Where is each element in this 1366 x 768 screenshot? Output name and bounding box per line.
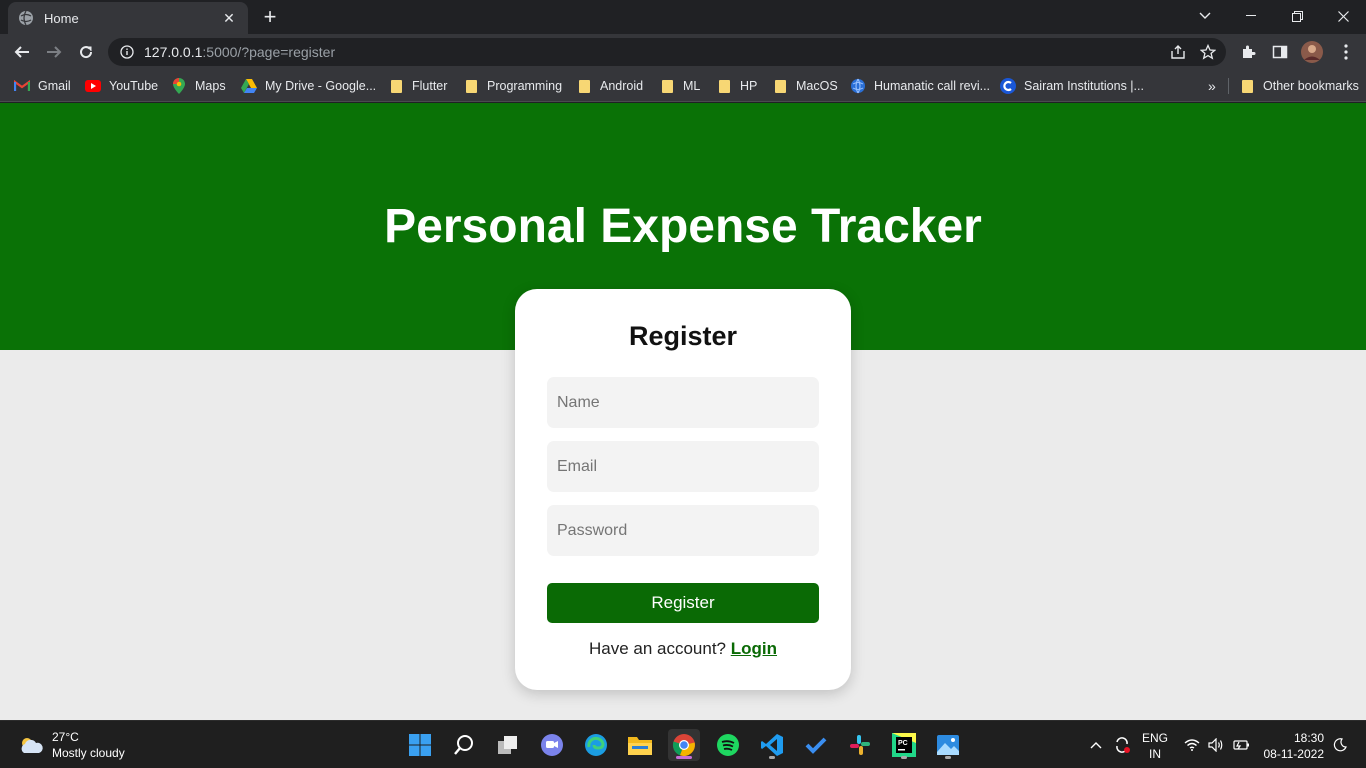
more-bookmarks-button[interactable]: » (1208, 76, 1216, 96)
share-icon[interactable] (1170, 44, 1186, 60)
bookmark-macos[interactable]: MacOS (772, 76, 838, 96)
clock-time: 18:30 (1293, 731, 1324, 745)
bookmark-flutter[interactable]: Flutter (388, 76, 447, 96)
register-button[interactable]: Register (547, 583, 819, 623)
page-title: Personal Expense Tracker (384, 200, 982, 253)
have-account-text: Have an account? (588, 639, 727, 658)
battery-icon[interactable] (1230, 721, 1252, 768)
pycharm-icon[interactable]: PC (888, 729, 920, 761)
reload-button[interactable] (74, 40, 98, 64)
maps-icon (171, 78, 187, 94)
bookmark-ml[interactable]: ML (659, 76, 700, 96)
bookmark-my-drive[interactable]: My Drive - Google... (241, 76, 376, 96)
focus-assist-icon[interactable] (1330, 721, 1350, 768)
running-indicator (901, 756, 907, 759)
bookmark-gmail[interactable]: Gmail (14, 76, 71, 96)
tab-search-icon[interactable] (1182, 0, 1228, 32)
globe-icon (850, 78, 866, 94)
globe-icon (18, 10, 34, 26)
back-button[interactable] (10, 40, 34, 64)
chrome-icon[interactable] (668, 729, 700, 761)
bookmark-star-icon[interactable] (1200, 44, 1216, 60)
system-clock[interactable]: 18:30 08-11-2022 (1264, 730, 1325, 762)
wifi-icon[interactable] (1182, 721, 1202, 768)
folder-icon (388, 78, 404, 94)
tab-title: Home (44, 10, 79, 26)
other-bookmarks[interactable]: Other bookmarks (1239, 76, 1359, 96)
chrome-menu-icon[interactable] (1334, 40, 1358, 64)
bookmark-sairam[interactable]: Sairam Institutions |... (1000, 76, 1144, 96)
side-panel-icon[interactable] (1268, 40, 1292, 64)
minimize-button[interactable] (1228, 0, 1274, 32)
bookmark-hp[interactable]: HP (716, 76, 757, 96)
bookmark-humanatic[interactable]: Humanatic call revi... (850, 76, 990, 96)
login-link[interactable]: Login (731, 639, 777, 658)
gmail-icon (14, 78, 30, 94)
task-view-icon[interactable] (492, 729, 524, 761)
url-host: 127.0.0.1 (144, 44, 203, 60)
teams-chat-icon[interactable] (536, 729, 568, 761)
url-path: :5000/?page=register (202, 44, 336, 60)
close-window-button[interactable] (1320, 0, 1366, 32)
close-tab-icon[interactable]: ✕ (220, 10, 238, 27)
sairam-icon (1000, 78, 1016, 94)
folder-icon (463, 78, 479, 94)
file-explorer-icon[interactable] (624, 729, 656, 761)
photos-icon[interactable] (932, 729, 964, 761)
browser-tab-strip: Home ✕ + (0, 0, 1366, 34)
extensions-icon[interactable] (1236, 40, 1260, 64)
windows-taskbar: 27°C Mostly cloudy PC ENG IN 18:30 08-11… (0, 720, 1366, 768)
start-icon[interactable] (404, 729, 436, 761)
profile-avatar[interactable] (1300, 40, 1324, 64)
search-icon[interactable] (448, 729, 480, 761)
weather-widget[interactable]: 27°C Mostly cloudy (18, 729, 125, 761)
edge-icon[interactable] (580, 729, 612, 761)
name-input[interactable] (547, 377, 819, 428)
folder-icon (659, 78, 675, 94)
bookmark-android[interactable]: Android (576, 76, 643, 96)
slack-icon[interactable] (844, 729, 876, 761)
forward-button[interactable] (42, 40, 66, 64)
cloud-icon (18, 735, 44, 755)
show-hidden-icons-icon[interactable] (1086, 721, 1106, 768)
bookmarks-divider (1228, 78, 1229, 94)
google-drive-icon (241, 78, 257, 94)
bookmark-youtube[interactable]: YouTube (85, 76, 158, 96)
running-indicator (945, 756, 951, 759)
bookmark-maps[interactable]: Maps (171, 76, 226, 96)
new-tab-button[interactable]: + (258, 6, 282, 28)
folder-icon (716, 78, 732, 94)
youtube-icon (85, 78, 101, 94)
running-indicator (769, 756, 775, 759)
restore-button[interactable] (1274, 0, 1320, 32)
active-indicator (676, 756, 692, 759)
browser-toolbar: 127.0.0.1:5000/?page=register (0, 34, 1366, 70)
register-title: Register (628, 321, 738, 351)
vscode-icon[interactable] (756, 729, 788, 761)
page-viewport: Personal Expense Tracker Register Regist… (0, 103, 1366, 720)
spotify-icon[interactable] (712, 729, 744, 761)
folder-icon (1239, 78, 1255, 94)
register-card: Register Register Have an account? Login (515, 289, 851, 690)
login-prompt: Have an account? Login (515, 639, 851, 659)
email-input[interactable] (547, 441, 819, 492)
clock-date: 08-11-2022 (1263, 747, 1325, 761)
weather-desc: Mostly cloudy (52, 746, 125, 760)
browser-tab[interactable]: Home ✕ (8, 2, 248, 34)
address-bar[interactable]: 127.0.0.1:5000/?page=register (108, 38, 1226, 66)
bookmark-programming[interactable]: Programming (463, 76, 562, 96)
todo-icon[interactable] (800, 729, 832, 761)
sync-icon[interactable] (1110, 721, 1134, 768)
svg-text:PC: PC (898, 740, 908, 747)
weather-temp: 27°C (52, 730, 79, 744)
language-indicator[interactable]: ENG IN (1142, 730, 1168, 762)
info-icon[interactable] (120, 45, 134, 59)
bookmarks-bar: Gmail YouTube Maps My Drive - Google... … (0, 70, 1366, 102)
folder-icon (772, 78, 788, 94)
password-input[interactable] (547, 505, 819, 556)
folder-icon (576, 78, 592, 94)
volume-icon[interactable] (1206, 721, 1226, 768)
